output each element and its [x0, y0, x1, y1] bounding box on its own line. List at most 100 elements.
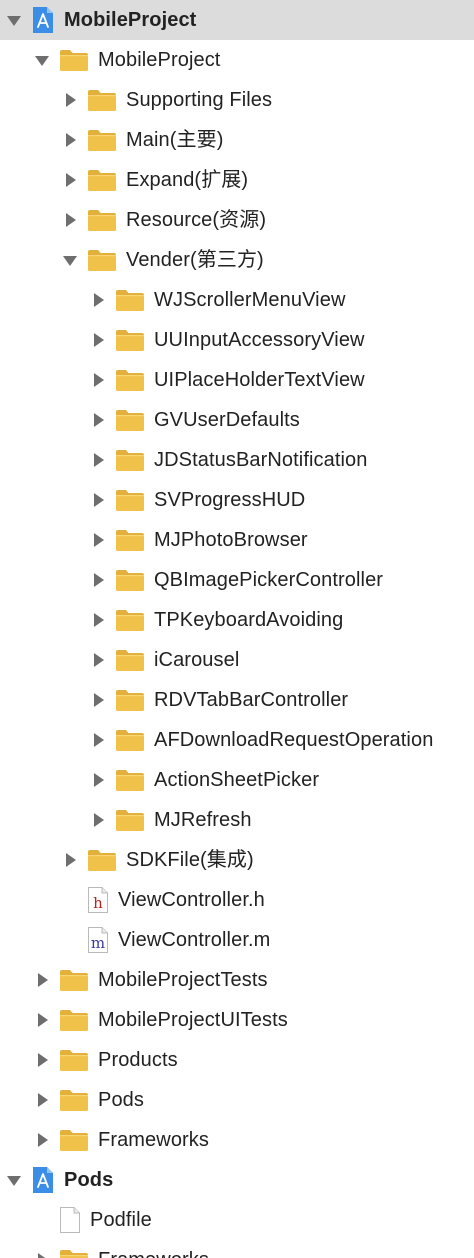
navigator-row-jdstatusbarnotification[interactable]: JDStatusBarNotification: [0, 440, 474, 480]
disclosure-triangle-collapsed-icon[interactable]: [61, 211, 79, 229]
navigator-item-label: WJScrollerMenuView: [154, 289, 346, 311]
navigator-row-mobileproject[interactable]: MobileProject: [0, 0, 474, 40]
disclosure-triangle-collapsed-icon[interactable]: [89, 331, 107, 349]
navigator-item-label: JDStatusBarNotification: [154, 449, 368, 471]
navigator-row-gvuserdefaults[interactable]: GVUserDefaults: [0, 400, 474, 440]
navigator-row-uiplaceholdertextview[interactable]: UIPlaceHolderTextView: [0, 360, 474, 400]
navigator-row-tpkeyboardavoiding[interactable]: TPKeyboardAvoiding: [0, 600, 474, 640]
folder-icon: [59, 1008, 89, 1032]
disclosure-triangle-collapsed-icon[interactable]: [89, 411, 107, 429]
navigator-row-viewcontroller-m[interactable]: m ViewController.m: [0, 920, 474, 960]
navigator-item-label: Main(主要): [126, 129, 224, 151]
navigator-item-label: MobileProject: [64, 9, 197, 31]
folder-icon: [115, 328, 145, 352]
disclosure-triangle-collapsed-icon[interactable]: [33, 1251, 51, 1258]
navigator-row-uuinputaccessoryview[interactable]: UUInputAccessoryView: [0, 320, 474, 360]
disclosure-triangle-collapsed-icon[interactable]: [33, 1131, 51, 1149]
navigator-item-label: Supporting Files: [126, 89, 273, 111]
disclosure-triangle-expanded-icon[interactable]: [5, 1171, 23, 1189]
disclosure-triangle-collapsed-icon[interactable]: [89, 771, 107, 789]
navigator-item-label: Products: [98, 1049, 178, 1071]
disclosure-triangle-collapsed-icon[interactable]: [33, 1051, 51, 1069]
folder-icon: [115, 288, 145, 312]
folder-icon: [115, 528, 145, 552]
navigator-item-label: ActionSheetPicker: [154, 769, 320, 791]
navigator-row-expand[interactable]: Expand(扩展): [0, 160, 474, 200]
disclosure-triangle-collapsed-icon[interactable]: [89, 371, 107, 389]
disclosure-triangle-expanded-icon[interactable]: [5, 11, 23, 29]
navigator-item-label: Pods: [64, 1169, 114, 1191]
navigator-item-label: RDVTabBarController: [154, 689, 349, 711]
folder-icon: [115, 728, 145, 752]
disclosure-triangle-collapsed-icon[interactable]: [61, 171, 79, 189]
navigator-item-label: SDKFile(集成): [126, 849, 254, 871]
navigator-row-podfile[interactable]: Podfile: [0, 1200, 474, 1240]
disclosure-triangle-collapsed-icon[interactable]: [89, 451, 107, 469]
navigator-item-label: ViewController.h: [118, 889, 265, 911]
project-navigator: MobileProject MobileProject Supporting Fil…: [0, 0, 474, 1258]
disclosure-triangle-collapsed-icon[interactable]: [61, 91, 79, 109]
folder-icon: [59, 48, 89, 72]
disclosure-triangle-collapsed-icon[interactable]: [61, 851, 79, 869]
disclosure-triangle-collapsed-icon[interactable]: [89, 491, 107, 509]
navigator-item-label: ViewController.m: [118, 929, 271, 951]
navigator-item-label: MobileProject: [98, 49, 221, 71]
folder-icon: [115, 568, 145, 592]
disclosure-triangle-collapsed-icon[interactable]: [89, 291, 107, 309]
disclosure-triangle-collapsed-icon[interactable]: [89, 811, 107, 829]
navigator-row-qbimagepickercontroller[interactable]: QBImagePickerController: [0, 560, 474, 600]
navigator-row-pods[interactable]: Pods: [0, 1160, 474, 1200]
disclosure-triangle-collapsed-icon[interactable]: [89, 571, 107, 589]
folder-icon: [87, 88, 117, 112]
navigator-row-mobileprojecttests[interactable]: MobileProjectTests: [0, 960, 474, 1000]
navigator-row-mobileproject[interactable]: MobileProject: [0, 40, 474, 80]
disclosure-triangle-collapsed-icon[interactable]: [33, 971, 51, 989]
navigator-row-viewcontroller-h[interactable]: h ViewController.h: [0, 880, 474, 920]
navigator-row-afdownloadrequestoperation[interactable]: AFDownloadRequestOperation: [0, 720, 474, 760]
navigator-row-supporting-files[interactable]: Supporting Files: [0, 80, 474, 120]
navigator-row-wjscrollermenuview[interactable]: WJScrollerMenuView: [0, 280, 474, 320]
plain-file-icon: [59, 1206, 81, 1234]
disclosure-triangle-expanded-icon[interactable]: [61, 251, 79, 269]
disclosure-triangle-collapsed-icon[interactable]: [89, 611, 107, 629]
disclosure-triangle-collapsed-icon[interactable]: [89, 731, 107, 749]
folder-icon: [59, 968, 89, 992]
folder-icon: [115, 648, 145, 672]
navigator-item-label: TPKeyboardAvoiding: [154, 609, 344, 631]
disclosure-triangle-collapsed-icon[interactable]: [33, 1091, 51, 1109]
navigator-row-icarousel[interactable]: iCarousel: [0, 640, 474, 680]
disclosure-triangle-collapsed-icon[interactable]: [89, 651, 107, 669]
navigator-item-label: Expand(扩展): [126, 169, 249, 191]
navigator-row-pods[interactable]: Pods: [0, 1080, 474, 1120]
navigator-row-main[interactable]: Main(主要): [0, 120, 474, 160]
disclosure-triangle-collapsed-icon[interactable]: [33, 1011, 51, 1029]
navigator-row-actionsheetpicker[interactable]: ActionSheetPicker: [0, 760, 474, 800]
navigator-row-mjphotobrowser[interactable]: MJPhotoBrowser: [0, 520, 474, 560]
navigator-item-label: SVProgressHUD: [154, 489, 306, 511]
navigator-row-rdvtabbarcontroller[interactable]: RDVTabBarController: [0, 680, 474, 720]
svg-text:m: m: [91, 934, 105, 952]
navigator-row-frameworks[interactable]: Frameworks: [0, 1120, 474, 1160]
navigator-row-resource[interactable]: Resource(资源): [0, 200, 474, 240]
disclosure-triangle-collapsed-icon[interactable]: [89, 691, 107, 709]
navigator-item-label: MJPhotoBrowser: [154, 529, 308, 551]
navigator-item-label: Resource(资源): [126, 209, 267, 231]
disclosure-triangle-collapsed-icon[interactable]: [61, 131, 79, 149]
folder-icon: [87, 248, 117, 272]
navigator-row-frameworks[interactable]: Frameworks: [0, 1240, 474, 1258]
folder-icon: [87, 128, 117, 152]
navigator-item-label: UIPlaceHolderTextView: [154, 369, 365, 391]
navigator-item-label: AFDownloadRequestOperation: [154, 729, 434, 751]
disclosure-triangle-collapsed-icon[interactable]: [89, 531, 107, 549]
navigator-row-sdkfile[interactable]: SDKFile(集成): [0, 840, 474, 880]
navigator-item-label: MobileProjectUITests: [98, 1009, 288, 1031]
navigator-row-svprogresshud[interactable]: SVProgressHUD: [0, 480, 474, 520]
navigator-row-vender[interactable]: Vender(第三方): [0, 240, 474, 280]
navigator-row-mjrefresh[interactable]: MJRefresh: [0, 800, 474, 840]
folder-icon: [115, 488, 145, 512]
navigator-item-label: UUInputAccessoryView: [154, 329, 365, 351]
navigator-row-products[interactable]: Products: [0, 1040, 474, 1080]
navigator-row-mobileprojectuitests[interactable]: MobileProjectUITests: [0, 1000, 474, 1040]
disclosure-triangle-expanded-icon[interactable]: [33, 51, 51, 69]
navigator-item-label: GVUserDefaults: [154, 409, 300, 431]
